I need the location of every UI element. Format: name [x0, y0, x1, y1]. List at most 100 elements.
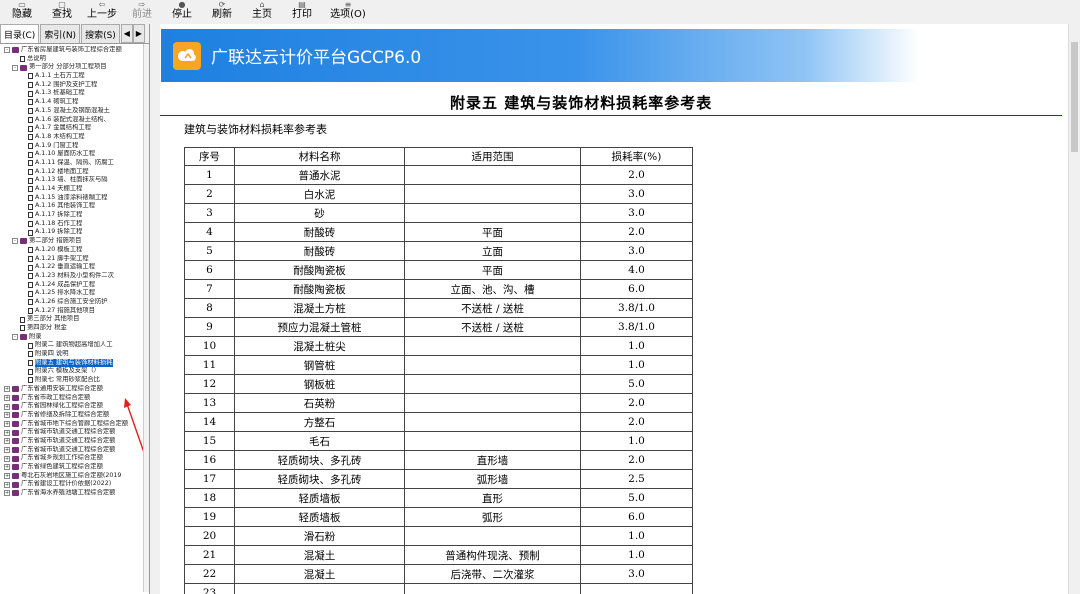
tree-item[interactable]: 第四部分 税金: [0, 324, 149, 333]
tree-item[interactable]: + 广东省海水养殖池塘工程综合定额: [0, 489, 149, 498]
tree-item[interactable]: A.1.6 装配式混凝土结构、: [0, 116, 149, 125]
expand-icon[interactable]: +: [4, 464, 10, 471]
tree-item[interactable]: A.1.8 木结构工程: [0, 133, 149, 142]
table-row: 10 混凝土桩尖 1.0: [184, 336, 693, 356]
expand-icon[interactable]: +: [4, 420, 10, 427]
print-button[interactable]: ▤ 打印: [282, 0, 322, 20]
cell-material: 轻质砌块、多孔砖: [234, 469, 405, 489]
home-button[interactable]: ⌂ 主页: [242, 0, 282, 20]
collapse-icon[interactable]: -: [12, 64, 18, 71]
page-title: 附录五 建筑与装饰材料损耗率参考表: [450, 94, 713, 112]
refresh-button[interactable]: ⟳ 刷新: [202, 0, 242, 20]
expand-icon[interactable]: +: [4, 481, 10, 488]
tree-item[interactable]: + 广东省城市轨道交通工程综合定额: [0, 428, 149, 437]
tree-item[interactable]: - 第一部分 分部分项工程项目: [0, 63, 149, 72]
tree-item[interactable]: + 广东省城市轨道交通工程综合定额: [0, 446, 149, 455]
tree-item[interactable]: + 广东省市政工程综合定额: [0, 394, 149, 403]
tree-item[interactable]: A.1.2 围护及支护工程: [0, 81, 149, 90]
table-row: 7 耐酸陶瓷板 立面、池、沟、槽 6.0: [184, 279, 693, 299]
tree-item-label: 广东省通用安装工程综合定额: [21, 384, 103, 392]
tree-item[interactable]: + 广东省建设工程计价依据(2022): [0, 480, 149, 489]
tree-item[interactable]: A.1.10 屋面防水工程: [0, 150, 149, 159]
tree-item[interactable]: 附录二 建筑物超高增加人工: [0, 341, 149, 350]
cell-loss-rate: 1.0: [580, 545, 693, 565]
document-scrollbar[interactable]: [1068, 24, 1080, 594]
page-icon: [28, 212, 33, 219]
tree-item[interactable]: A.1.15 油漆涂料裱糊工程: [0, 194, 149, 203]
tab-search[interactable]: 搜索(S): [81, 24, 120, 43]
tree-scrollbar[interactable]: [143, 44, 149, 592]
tree-item[interactable]: - 第二部分 措施项目: [0, 237, 149, 246]
tree-item[interactable]: - 附录: [0, 333, 149, 342]
table-caption: 建筑与装饰材料损耗率参考表: [184, 123, 327, 136]
expand-icon[interactable]: +: [4, 473, 10, 480]
tree-item[interactable]: + 广东省园林绿化工程综合定额: [0, 402, 149, 411]
tree-item[interactable]: A.1.4 砌筑工程: [0, 98, 149, 107]
tree-item[interactable]: + 广东省通用安装工程综合定额: [0, 385, 149, 394]
tree-item[interactable]: + 广东省城乡规划工作综合定额: [0, 454, 149, 463]
tree-item[interactable]: A.1.18 石作工程: [0, 220, 149, 229]
tree-item[interactable]: + 粤北石灰岩地区施工综合定额(2019: [0, 472, 149, 481]
expand-icon[interactable]: +: [4, 394, 10, 401]
tree-item[interactable]: 总说明: [0, 55, 149, 64]
scrollbar-thumb[interactable]: [1071, 42, 1078, 152]
book-icon: [12, 47, 19, 54]
tree-item[interactable]: A.1.3 桩基础工程: [0, 89, 149, 98]
tree-item[interactable]: A.1.26 综合施工安全防护: [0, 298, 149, 307]
tree-item[interactable]: 附录六 模板及支架（）: [0, 367, 149, 376]
find-button[interactable]: ▢ 查找: [42, 0, 82, 20]
tree-item[interactable]: A.1.20 模板工程: [0, 246, 149, 255]
tree-item[interactable]: A.1.17 拆除工程: [0, 211, 149, 220]
tree-item[interactable]: A.1.25 排水降水工程: [0, 289, 149, 298]
expand-icon[interactable]: +: [4, 403, 10, 410]
back-button[interactable]: ⇦ 上一步: [82, 0, 122, 20]
collapse-icon[interactable]: -: [12, 334, 18, 341]
tree-item[interactable]: 附录七 常用砂浆配合比: [0, 376, 149, 385]
tree-item[interactable]: A.1.24 成品保护工程: [0, 281, 149, 290]
tree-item[interactable]: A.1.19 拆除工程: [0, 228, 149, 237]
expand-icon[interactable]: +: [4, 490, 10, 497]
expand-icon[interactable]: +: [4, 438, 10, 445]
tree-item[interactable]: A.1.9 门窗工程: [0, 142, 149, 151]
tree-item[interactable]: A.1.13 墙、柱面抹灰与隔: [0, 176, 149, 185]
tree-item[interactable]: 第三部分 其他项目: [0, 315, 149, 324]
tab-scroll-left-icon[interactable]: ◀: [120, 24, 133, 43]
tab-contents[interactable]: 目录(C): [0, 24, 40, 43]
tree-item[interactable]: + 广东省修缮及拆除工程综合定额: [0, 411, 149, 420]
tab-scroll-right-icon[interactable]: ▶: [132, 24, 145, 43]
tree-item[interactable]: A.1.21 脚手架工程: [0, 255, 149, 264]
tree-item[interactable]: A.1.22 垂直运输工程: [0, 263, 149, 272]
tree-item[interactable]: A.1.23 材料及小型构件二次: [0, 272, 149, 281]
cell-no: 17: [184, 469, 235, 489]
stop-button[interactable]: ● 停止: [162, 0, 202, 20]
tree-item-label: 广东省市政工程综合定额: [21, 393, 91, 401]
tree-item[interactable]: A.1.14 天棚工程: [0, 185, 149, 194]
forward-button[interactable]: ⇨ 前进: [122, 0, 162, 20]
tree-item[interactable]: A.1.11 保温、隔热、防腐工: [0, 159, 149, 168]
tree-item[interactable]: A.1.7 金属结构工程: [0, 124, 149, 133]
toolbar-button-label: 主页: [252, 9, 272, 20]
tree-item[interactable]: + 广东省城市轨道交通工程综合定额: [0, 437, 149, 446]
expand-icon[interactable]: +: [4, 446, 10, 453]
tab-index[interactable]: 索引(N): [40, 24, 81, 43]
tree-item[interactable]: A.1.5 混凝土及钢筋混凝土: [0, 107, 149, 116]
tree-item[interactable]: A.1.27 措施其他项目: [0, 307, 149, 316]
expand-icon[interactable]: +: [4, 429, 10, 436]
cell-material: 轻质墙板: [234, 488, 405, 508]
tree-item[interactable]: 附录四 说明: [0, 350, 149, 359]
expand-icon[interactable]: +: [4, 412, 10, 419]
options-button[interactable]: ≡ 选项(O): [322, 0, 374, 20]
expand-icon[interactable]: +: [4, 455, 10, 462]
expand-icon[interactable]: +: [4, 386, 10, 393]
tree-item[interactable]: 附录五 建筑与装饰材料损耗: [0, 358, 149, 368]
tree-item[interactable]: + 广东省城市地下综合管廊工程综合定额: [0, 420, 149, 429]
tree-item[interactable]: A.1.12 楼地面工程: [0, 168, 149, 177]
tree-item[interactable]: + 广东省绿色建筑工程综合定额: [0, 463, 149, 472]
tree-item[interactable]: A.1.1 土石方工程: [0, 72, 149, 81]
tree-item[interactable]: - 广东省房屋建筑与装饰工程综合定额: [0, 46, 149, 55]
hide-button[interactable]: ▭ 隐藏: [2, 0, 42, 20]
collapse-icon[interactable]: -: [12, 238, 18, 245]
tree-item[interactable]: A.1.16 其他装饰工程: [0, 202, 149, 211]
cell-scope: 弧形墙: [404, 469, 581, 489]
collapse-icon[interactable]: -: [4, 47, 10, 54]
